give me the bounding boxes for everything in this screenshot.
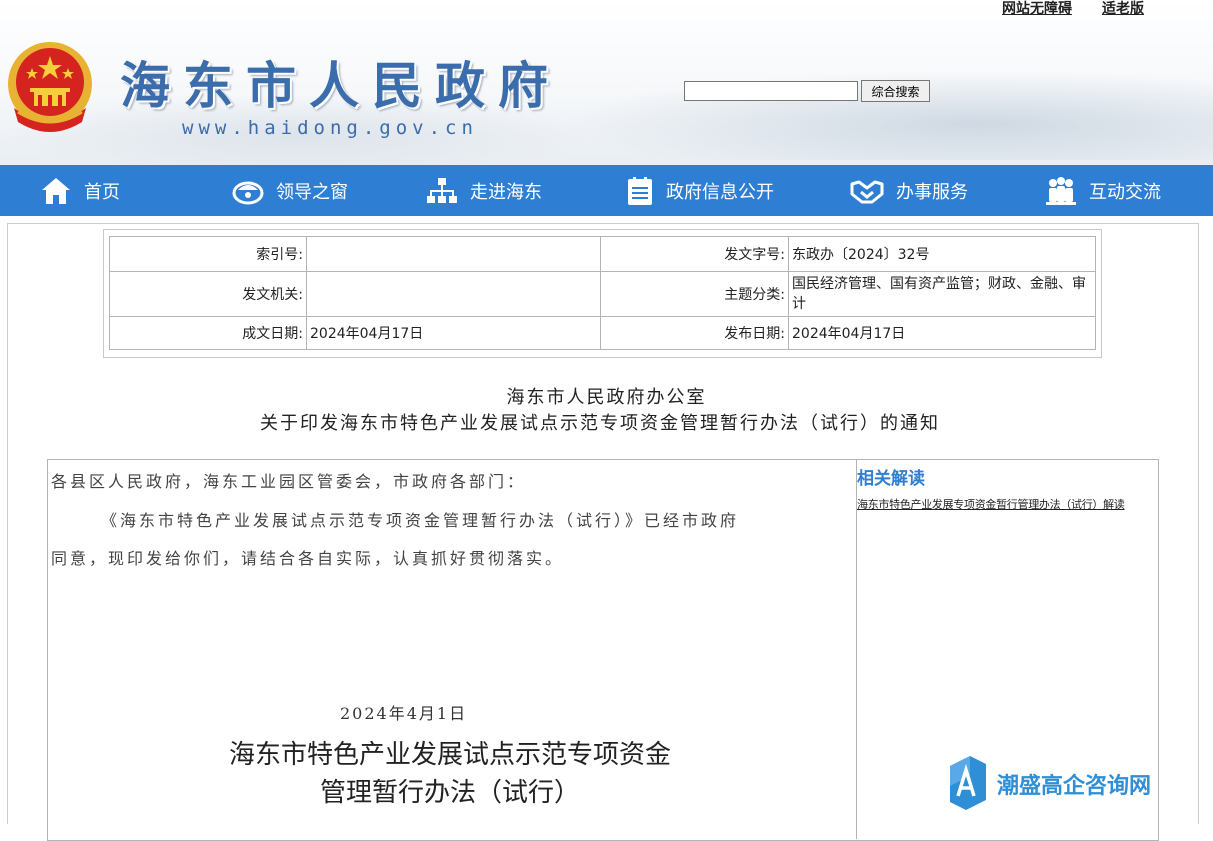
written-date-value: 2024年04月17日 <box>306 316 601 350</box>
body-paragraph-line: 同意，现印发给你们，请结合各自实际，认真抓好贯彻落实。 <box>51 549 565 568</box>
watermark-logo-icon <box>950 756 986 810</box>
handshake-icon <box>850 180 884 203</box>
search-button[interactable]: 综合搜索 <box>861 80 930 102</box>
home-icon <box>42 177 70 204</box>
document-title-line2: 关于印发海东市特色产业发展试点示范专项资金管理暂行办法（试行）的通知 <box>260 413 940 434</box>
search-input[interactable] <box>684 81 858 101</box>
topic-value: 国民经济管理、国有资产监管；财政、金融、审计 <box>788 271 1096 317</box>
main-nav: 首页 领导之窗 走进海东 政府信息公开 办事服务 互动交流 <box>0 165 1213 216</box>
accessibility-link[interactable]: 网站无障碍 <box>1002 0 1072 18</box>
org-chart-icon <box>427 177 457 203</box>
people-icon <box>1046 176 1076 205</box>
document-meta-table: 索引号: 发文字号: 东政办〔2024〕32号 发文机关: 主题分类: 国民经济… <box>109 236 1096 350</box>
related-interpretation-link[interactable]: 海东市特色产业发展专项资金暂行管理办法（试行）解读 <box>857 496 1125 512</box>
site-title: 海东市人民政府 <box>120 56 561 115</box>
doc-no-label: 发文字号: <box>600 236 789 272</box>
leader-icon <box>232 181 264 204</box>
nav-item-home[interactable]: 首页 <box>40 165 120 216</box>
written-date-label: 成文日期: <box>109 316 307 350</box>
attachment-title-line1: 海东市特色产业发展试点示范专项资金 <box>228 740 671 770</box>
publish-date-value: 2024年04月17日 <box>788 316 1096 350</box>
attachment-title-line2: 管理暂行办法（试行） <box>319 778 580 808</box>
panel-divider <box>856 459 857 839</box>
national-emblem-icon <box>8 42 92 132</box>
doc-no-value: 东政办〔2024〕32号 <box>788 236 1096 272</box>
nav-item-about[interactable]: 走进海东 <box>426 165 542 216</box>
salutation: 各县区人民政府，海东工业园区管委会，市政府各部门： <box>51 472 527 491</box>
nav-item-services[interactable]: 办事服务 <box>850 165 968 216</box>
topic-label: 主题分类: <box>600 271 789 317</box>
index-value <box>306 236 601 272</box>
issuer-label: 发文机关: <box>109 271 307 317</box>
publish-date-label: 发布日期: <box>600 316 789 350</box>
site-url: www.haidong.gov.cn <box>182 117 478 139</box>
nav-item-label: 政府信息公开 <box>666 181 774 203</box>
site-header: 海东市人民政府 www.haidong.gov.cn 综合搜索 <box>0 0 1213 165</box>
watermark-text: 潮盛高企咨询网 <box>997 773 1152 799</box>
nav-item-label: 首页 <box>84 181 120 203</box>
document-title-line1: 海东市人民政府办公室 <box>506 387 707 408</box>
nav-item-gov-info[interactable]: 政府信息公开 <box>626 165 774 216</box>
document-list-icon <box>628 176 652 205</box>
body-paragraph-line: 《海东市特色产业发展试点示范专项资金管理暂行办法（试行）》已经市政府 <box>101 511 740 530</box>
index-label: 索引号: <box>109 236 307 272</box>
document-date: 2024年4月1日 <box>340 704 468 723</box>
nav-item-label: 走进海东 <box>470 181 542 203</box>
nav-item-label: 领导之窗 <box>276 181 348 203</box>
nav-item-label: 互动交流 <box>1089 181 1161 203</box>
nav-item-leaders[interactable]: 领导之窗 <box>232 165 348 216</box>
elderly-mode-link[interactable]: 适老版 <box>1102 0 1144 18</box>
related-heading: 相关解读 <box>857 469 925 489</box>
nav-item-label: 办事服务 <box>896 181 968 203</box>
nav-item-interaction[interactable]: 互动交流 <box>1045 165 1161 216</box>
issuer-value <box>306 271 601 317</box>
